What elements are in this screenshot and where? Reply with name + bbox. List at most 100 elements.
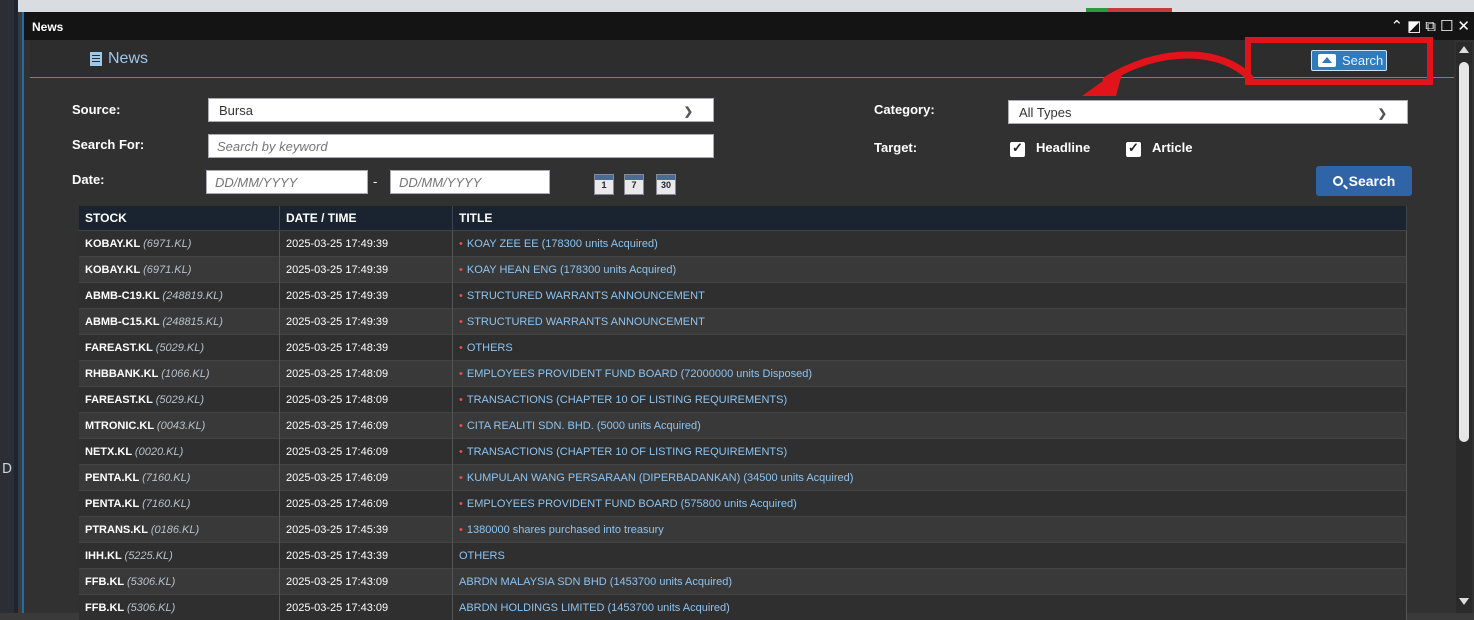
category-select[interactable]: All Types ❯ (1008, 100, 1408, 124)
title-cell[interactable]: • KUMPULAN WANG PERSARAAN (DIPERBADANKAN)… (453, 465, 1407, 491)
stock-code: (5306.KL) (127, 576, 175, 588)
title-cell[interactable]: •TRANSACTIONS (CHAPTER 10 OF LISTING REQ… (453, 387, 1407, 413)
column-header-stock[interactable]: STOCK (79, 206, 280, 231)
title-cell[interactable]: •CITA REALITI SDN. BHD. (5000 units Acqu… (453, 413, 1407, 439)
title-cell[interactable]: •STRUCTURED WARRANTS ANNOUNCEMENT (453, 283, 1407, 309)
article-checkbox[interactable] (1126, 142, 1141, 157)
title-cell[interactable]: •EMPLOYEES PROVIDENT FUND BOARD (7200000… (453, 361, 1407, 387)
table-row[interactable]: FFB.KL (5306.KL)2025-03-25 17:43:09ABRDN… (79, 569, 1407, 595)
stock-cell[interactable]: NETX.KL (0020.KL) (79, 439, 280, 465)
stock-cell[interactable]: PENTA.KL (7160.KL) (79, 491, 280, 517)
table-row[interactable]: FAREAST.KL (5029.KL)2025-03-25 17:48:09•… (79, 387, 1407, 413)
table-row[interactable]: KOBAY.KL (6971.KL)2025-03-25 17:49:39•KO… (79, 231, 1407, 257)
column-header-datetime[interactable]: DATE / TIME (280, 206, 453, 231)
stock-cell[interactable]: MTRONIC.KL (0043.KL) (79, 413, 280, 439)
title-cell[interactable]: ABRDN MALAYSIA SDN BHD (1453700 units Ac… (453, 569, 1407, 595)
title-cell[interactable]: •1380000 shares purchased into treasury (453, 517, 1407, 543)
table-row[interactable]: ABMB-C15.KL (248815.KL)2025-03-25 17:49:… (79, 309, 1407, 335)
calendar-30-day-button[interactable]: 30 (656, 174, 676, 195)
news-title-link[interactable]: EMPLOYEES PROVIDENT FUND BOARD (72000000… (467, 368, 812, 380)
news-title-link[interactable]: OTHERS (459, 550, 505, 562)
stock-cell[interactable]: RHBBANK.KL (1066.KL) (79, 361, 280, 387)
calendar-1-day-button[interactable]: 1 (594, 174, 614, 195)
table-row[interactable]: MTRONIC.KL (0043.KL)2025-03-25 17:46:09•… (79, 413, 1407, 439)
datetime-cell: 2025-03-25 17:46:09 (280, 465, 453, 491)
stock-cell[interactable]: IHH.KL (5225.KL) (79, 543, 280, 569)
stock-cell[interactable]: PENTA.KL (7160.KL) (79, 465, 280, 491)
news-title-link[interactable]: STRUCTURED WARRANTS ANNOUNCEMENT (467, 316, 705, 328)
title-cell[interactable]: •EMPLOYEES PROVIDENT FUND BOARD (575800 … (453, 491, 1407, 517)
news-title-link[interactable]: STRUCTURED WARRANTS ANNOUNCEMENT (467, 290, 705, 302)
stock-symbol: RHBBANK.KL (85, 368, 158, 380)
title-cell[interactable]: •KOAY HEAN ENG (178300 units Acquired) (453, 257, 1407, 283)
table-row[interactable]: IHH.KL (5225.KL)2025-03-25 17:43:39OTHER… (79, 543, 1407, 569)
theme-toggle-icon[interactable]: ◩ (1407, 17, 1421, 35)
table-row[interactable]: ABMB-C19.KL (248819.KL)2025-03-25 17:49:… (79, 283, 1407, 309)
datetime-cell: 2025-03-25 17:49:39 (280, 257, 453, 283)
title-cell[interactable]: OTHERS (453, 543, 1407, 569)
source-select[interactable]: Bursa ❯ (208, 98, 714, 122)
stock-cell[interactable]: KOBAY.KL (6971.KL) (79, 257, 280, 283)
calendar-7-day-button[interactable]: 7 (624, 174, 644, 195)
stock-symbol: ABMB-C15.KL (85, 316, 159, 328)
news-title-link[interactable]: KOAY HEAN ENG (178300 units Acquired) (467, 264, 676, 276)
collapse-icon[interactable]: ⌃ (1390, 17, 1403, 35)
table-row[interactable]: KOBAY.KL (6971.KL)2025-03-25 17:49:39•KO… (79, 257, 1407, 283)
new-indicator-dot: • (459, 472, 463, 484)
stock-cell[interactable]: FAREAST.KL (5029.KL) (79, 387, 280, 413)
stock-code: (5306.KL) (127, 602, 175, 614)
stock-cell[interactable]: ABMB-C19.KL (248819.KL) (79, 283, 280, 309)
datetime-cell: 2025-03-25 17:49:39 (280, 231, 453, 257)
window-titlebar[interactable]: News ⌃ ◩ ⧉ ☐ ✕ (24, 12, 1474, 40)
new-indicator-dot: • (459, 342, 463, 354)
table-row[interactable]: PENTA.KL (7160.KL)2025-03-25 17:46:09•EM… (79, 491, 1407, 517)
table-row[interactable]: PENTA.KL (7160.KL)2025-03-25 17:46:09 • KU… (79, 465, 1407, 491)
news-title-link[interactable]: KOAY ZEE EE (178300 units Acquired) (467, 238, 658, 250)
keyword-search-input[interactable] (208, 134, 714, 158)
stock-cell[interactable]: FAREAST.KL (5029.KL) (79, 335, 280, 361)
news-title-link[interactable]: CITA REALITI SDN. BHD. (5000 units Acqui… (467, 420, 701, 432)
table-row[interactable]: FFB.KL (5306.KL)2025-03-25 17:43:09ABRDN… (79, 595, 1407, 620)
stock-cell[interactable]: FFB.KL (5306.KL) (79, 569, 280, 595)
table-row[interactable]: RHBBANK.KL (1066.KL)2025-03-25 17:48:09•… (79, 361, 1407, 387)
news-title-link[interactable]: TRANSACTIONS (CHAPTER 10 OF LISTING REQU… (467, 446, 787, 458)
datetime-cell: 2025-03-25 17:46:09 (280, 439, 453, 465)
float-window-icon[interactable]: ⧉ (1425, 17, 1436, 35)
date-to-input[interactable] (390, 170, 550, 194)
title-cell[interactable]: • OTHERS (453, 335, 1407, 361)
news-window: News ⌃ ◩ ⧉ ☐ ✕ News Search Source: Bursa… (22, 12, 1474, 613)
stock-cell[interactable]: PTRANS.KL (0186.KL) (79, 517, 280, 543)
news-title-link[interactable]: ABRDN MALAYSIA SDN BHD (1453700 units Ac… (459, 576, 732, 588)
stock-cell[interactable]: ABMB-C15.KL (248815.KL) (79, 309, 280, 335)
news-title-link[interactable]: EMPLOYEES PROVIDENT FUND BOARD (575800 u… (467, 498, 797, 510)
table-row[interactable]: FAREAST.KL (5029.KL)2025-03-25 17:48:39•… (79, 335, 1407, 361)
news-title-link[interactable]: OTHERS (467, 342, 513, 354)
title-cell[interactable]: ABRDN HOLDINGS LIMITED (1453700 units Ac… (453, 595, 1407, 620)
headline-checkbox[interactable] (1010, 142, 1025, 157)
date-from-input[interactable] (206, 170, 368, 194)
scrollbar-thumb[interactable] (1459, 62, 1469, 442)
search-button[interactable]: Search (1316, 166, 1412, 196)
maximize-icon[interactable]: ☐ (1440, 17, 1453, 35)
stock-code: (6971.KL) (143, 238, 191, 250)
stock-cell[interactable]: KOBAY.KL (6971.KL) (79, 231, 280, 257)
title-cell[interactable]: •TRANSACTIONS (CHAPTER 10 OF LISTING REQ… (453, 439, 1407, 465)
news-title-link[interactable]: TRANSACTIONS (CHAPTER 10 OF LISTING REQU… (467, 394, 787, 406)
table-row[interactable]: PTRANS.KL (0186.KL)2025-03-25 17:45:39•1… (79, 517, 1407, 543)
scroll-down-arrow-icon[interactable] (1459, 598, 1469, 605)
stock-symbol: FFB.KL (85, 576, 124, 588)
article-label: Article (1152, 140, 1192, 155)
table-row[interactable]: NETX.KL (0020.KL)2025-03-25 17:46:09•TRA… (79, 439, 1407, 465)
category-label: Category: (874, 102, 935, 117)
column-header-title[interactable]: TITLE (453, 206, 1407, 231)
close-icon[interactable]: ✕ (1457, 17, 1470, 35)
scroll-up-arrow-icon[interactable] (1459, 46, 1469, 53)
title-cell[interactable]: •KOAY ZEE EE (178300 units Acquired) (453, 231, 1407, 257)
news-title-link[interactable]: KUMPULAN WANG PERSARAAN (DIPERBADANKAN) … (467, 472, 854, 484)
title-cell[interactable]: •STRUCTURED WARRANTS ANNOUNCEMENT (453, 309, 1407, 335)
stock-cell[interactable]: FFB.KL (5306.KL) (79, 595, 280, 620)
headline-label: Headline (1036, 140, 1090, 155)
news-title-link[interactable]: 1380000 shares purchased into treasury (467, 524, 664, 536)
news-title-link[interactable]: ABRDN HOLDINGS LIMITED (1453700 units Ac… (459, 602, 730, 614)
vertical-scrollbar[interactable] (1456, 42, 1472, 613)
